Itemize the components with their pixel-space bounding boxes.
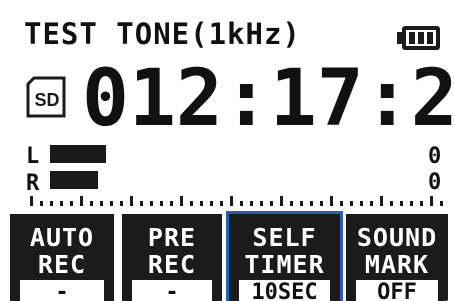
meter-scale-tick [350,201,353,206]
self-timer-value: 10SEC [239,280,330,301]
meter-scale-tick [70,201,73,206]
meter-scale-tick [50,201,53,206]
meter-scale-tick [150,201,153,206]
meter-scale-tick [340,201,343,206]
sound-mark-label-1: SOUND [356,223,438,252]
meter-scale-tick [80,196,83,206]
meter-scale-tick [380,196,383,206]
pre-rec-label-2: REC [147,250,197,279]
meter-scale-tick [330,196,333,206]
battery-full-icon [397,26,440,50]
sound-mark-label-2: MARK [364,250,430,279]
meter-scale-tick [180,196,183,206]
right-channel-label: R [26,171,40,196]
meter-scale-tick [130,196,133,206]
left-peak-value: 0 [428,144,442,169]
sd-card-icon: SD [26,76,66,118]
meter-scale-tick [210,201,213,206]
meter-scale-tick [300,201,303,206]
meter-scale-tick [110,201,113,206]
auto-rec-label-2: REC [37,250,87,279]
meter-scale-tick [230,196,233,206]
meter-scale-tick [160,201,163,206]
function-button-row: AUTO REC - PRE REC - SELF TIMER 10SEC SO… [0,211,454,301]
self-timer-label-2: TIMER [244,250,325,279]
meter-scale-tick [140,201,143,206]
meter-scale-tick [440,201,443,206]
meter-scale-tick [220,201,223,206]
auto-rec-label-1: AUTO [29,223,95,252]
left-level-meter [50,145,106,163]
meter-scale-tick [250,201,253,206]
meter-scale-tick [90,201,93,206]
meter-scale-tick [280,196,283,206]
meter-scale-tick [200,201,203,206]
meter-scale-tick [190,201,193,206]
meter-scale-tick [290,201,293,206]
meter-scale-tick [420,201,423,206]
meter-scale-tick [60,201,63,206]
left-channel-label: L [26,144,40,169]
meter-scale-tick [400,201,403,206]
self-timer-label-1: SELF [252,223,317,252]
meter-scale-tick [360,201,363,206]
self-timer-button[interactable]: SELF TIMER 10SEC [226,211,343,301]
recording-time: 012:17:24 [82,54,454,144]
meter-scale-tick [30,196,33,206]
screen-title: TEST TONE(1kHz) [24,17,301,51]
pre-rec-button[interactable]: PRE REC - [122,214,222,301]
meter-scale-tick [270,201,273,206]
meter-scale-tick [260,201,263,206]
meter-scale-tick [170,201,173,206]
auto-rec-value: - [20,280,104,301]
meter-scale [30,196,443,206]
meter-scale-tick [100,201,103,206]
meter-scale-tick [240,201,243,206]
right-level-meter [50,171,98,189]
meter-scale-tick [120,201,123,206]
meter-scale-tick [40,201,43,206]
meter-scale-tick [320,201,323,206]
auto-rec-button[interactable]: AUTO REC - [10,214,114,301]
sound-mark-value: OFF [356,280,438,301]
meter-scale-tick [410,201,413,206]
meter-scale-tick [390,201,393,206]
meter-scale-tick [430,196,433,206]
recorder-display: TEST TONE(1kHz) SD 012:17:24 L 0 R 0 AUT… [0,0,454,301]
sound-mark-button[interactable]: SOUND MARK OFF [346,214,448,301]
pre-rec-label-1: PRE [147,223,197,252]
meter-scale-tick [370,201,373,206]
pre-rec-value: - [132,280,212,301]
right-peak-value: 0 [428,170,442,195]
sd-card-label: SD [34,90,59,110]
meter-scale-tick [310,201,313,206]
